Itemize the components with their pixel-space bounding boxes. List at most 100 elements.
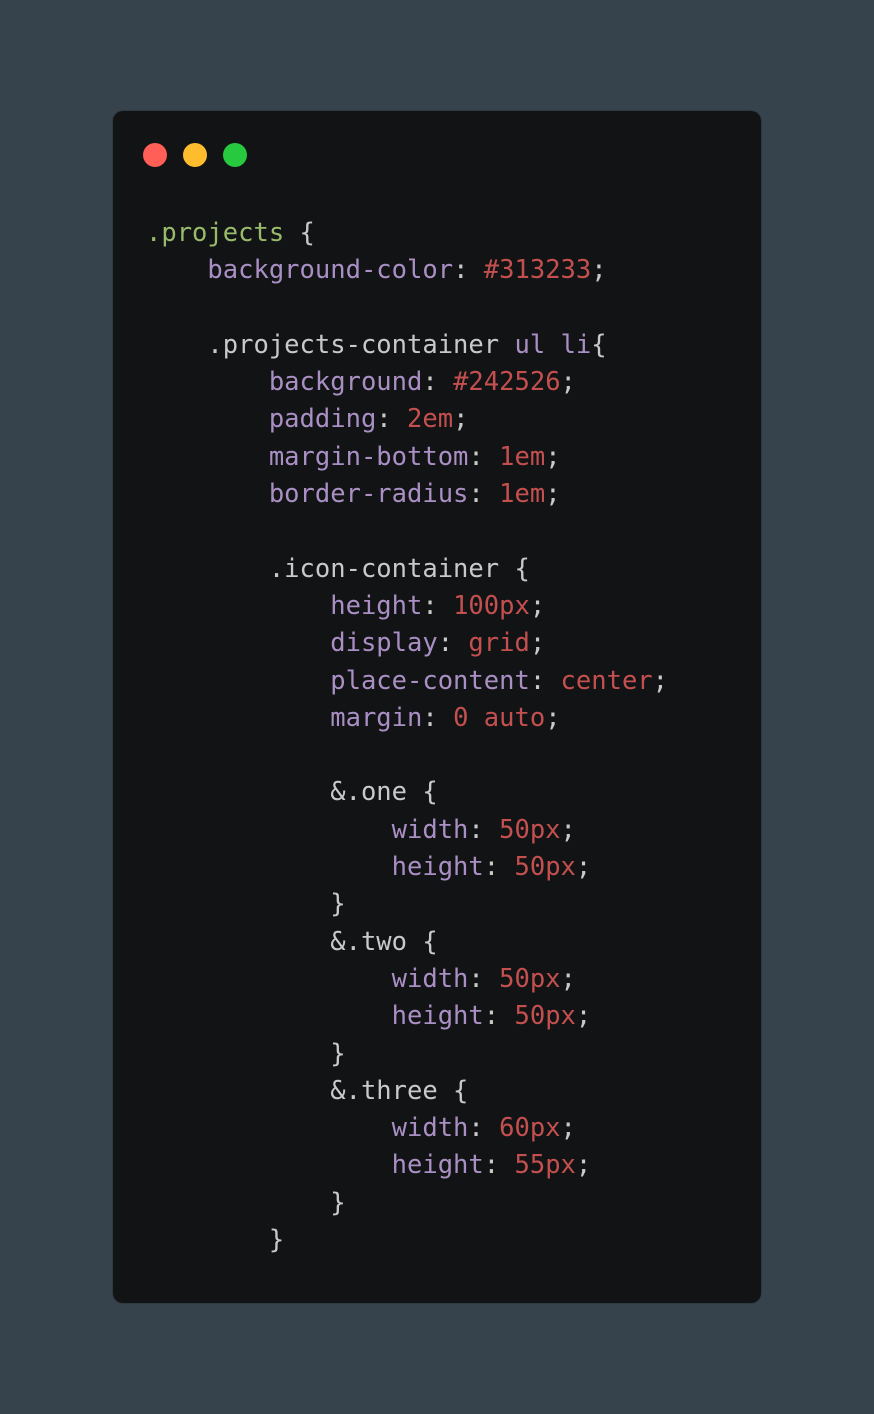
code-token: 55px bbox=[514, 1150, 576, 1181]
code-token: : bbox=[468, 1113, 500, 1144]
code-token: &.two bbox=[330, 926, 407, 957]
code-line: &.one { bbox=[146, 774, 668, 811]
code-token: : bbox=[468, 441, 500, 472]
code-token: &.three bbox=[330, 1075, 438, 1106]
code-line: .icon-container { bbox=[146, 551, 668, 588]
code-token: center bbox=[560, 665, 653, 696]
code-token: : bbox=[453, 255, 484, 286]
code-token: : bbox=[468, 814, 500, 845]
code-token: : bbox=[422, 367, 454, 398]
code-line: width: 60px; bbox=[146, 1110, 668, 1147]
code-line: } bbox=[146, 1185, 668, 1222]
code-token: border-radius bbox=[268, 479, 469, 510]
code-token: 1em bbox=[499, 441, 546, 472]
code-line: height: 55px; bbox=[146, 1147, 668, 1184]
code-token: : bbox=[437, 628, 469, 659]
code-token: .icon-container bbox=[268, 553, 500, 584]
code-token: ; bbox=[652, 665, 669, 696]
code-line: .projects-container ul li{ bbox=[146, 327, 668, 364]
code-line: height: 100px; bbox=[146, 588, 668, 625]
code-token: ; bbox=[575, 1001, 592, 1032]
code-line: background: #242526; bbox=[146, 364, 668, 401]
code-line: border-radius: 1em; bbox=[146, 476, 668, 513]
code-token: : bbox=[422, 590, 454, 621]
code-token: .projects-container bbox=[207, 329, 500, 360]
code-line: } bbox=[146, 1036, 668, 1073]
code-token: 100px bbox=[453, 590, 530, 621]
code-token: : bbox=[529, 665, 561, 696]
code-token: 0 auto bbox=[453, 702, 546, 733]
code-token: : bbox=[483, 1001, 515, 1032]
code-token: width bbox=[391, 1113, 469, 1144]
code-line: margin: 0 auto; bbox=[146, 700, 668, 737]
code-token: place-content bbox=[330, 665, 530, 696]
code-token: { bbox=[407, 926, 438, 957]
code-token: 50px bbox=[499, 814, 561, 845]
code-token: 1em bbox=[499, 479, 546, 510]
code-line: margin-bottom: 1em; bbox=[146, 439, 668, 476]
code-token: 50px bbox=[499, 963, 561, 994]
code-token: : bbox=[422, 702, 454, 733]
code-line: width: 50px; bbox=[146, 961, 668, 998]
code-token: padding bbox=[268, 404, 377, 435]
code-token: : bbox=[468, 963, 500, 994]
code-line: } bbox=[146, 1222, 668, 1259]
code-token: height bbox=[391, 1150, 484, 1181]
code-token: { bbox=[407, 777, 438, 808]
code-token: } bbox=[330, 889, 346, 920]
code-token: } bbox=[330, 1187, 346, 1218]
code-token: height bbox=[330, 590, 423, 621]
code-token: &.one bbox=[330, 777, 407, 808]
code-token: display bbox=[330, 628, 438, 659]
code-line: .projects { bbox=[146, 215, 668, 252]
code-token: } bbox=[330, 1038, 346, 1069]
close-dot-icon[interactable] bbox=[143, 143, 167, 167]
code-token: background-color bbox=[207, 255, 454, 286]
code-token: : bbox=[468, 479, 500, 510]
code-token: 50px bbox=[514, 1001, 576, 1032]
code-token: margin-bottom bbox=[268, 441, 469, 472]
code-token: background bbox=[268, 367, 423, 398]
minimize-dot-icon[interactable] bbox=[183, 143, 207, 167]
code-token: : bbox=[376, 404, 408, 435]
code-token: 60px bbox=[499, 1113, 561, 1144]
code-token: ; bbox=[560, 963, 576, 994]
code-token: { bbox=[591, 329, 607, 360]
code-token: width bbox=[391, 963, 469, 994]
code-token: width bbox=[391, 814, 469, 845]
code-token: ; bbox=[560, 814, 576, 845]
code-token: : bbox=[483, 1150, 515, 1181]
code-token: #313233 bbox=[483, 255, 592, 286]
code-token: #242526 bbox=[453, 367, 561, 398]
code-line: background-color: #313233; bbox=[146, 252, 668, 289]
code-line: place-content: center; bbox=[146, 663, 668, 700]
code-token: ; bbox=[529, 590, 546, 621]
code-token: grid bbox=[468, 628, 530, 659]
code-token: ; bbox=[453, 404, 469, 435]
code-token: 50px bbox=[514, 852, 576, 883]
code-line: height: 50px; bbox=[146, 849, 668, 886]
code-line: padding: 2em; bbox=[146, 401, 668, 438]
window-controls bbox=[143, 143, 247, 167]
code-token: ; bbox=[545, 702, 561, 733]
code-token: { bbox=[284, 218, 315, 248]
code-token: ; bbox=[575, 1150, 592, 1181]
code-token: .projects bbox=[146, 218, 285, 248]
code-token: ul bbox=[514, 329, 546, 360]
code-token: height bbox=[391, 852, 484, 883]
code-line: width: 50px; bbox=[146, 812, 668, 849]
code-token: height bbox=[391, 1001, 484, 1032]
code-token: ; bbox=[529, 628, 546, 659]
code-token: ; bbox=[575, 852, 592, 883]
maximize-dot-icon[interactable] bbox=[223, 143, 247, 167]
code-token: margin bbox=[330, 702, 423, 733]
code-line: &.two { bbox=[146, 924, 668, 961]
code-token: ; bbox=[560, 1113, 576, 1144]
code-line: &.three { bbox=[146, 1073, 668, 1110]
code-line: } bbox=[146, 886, 668, 923]
code-token: li bbox=[560, 329, 592, 360]
